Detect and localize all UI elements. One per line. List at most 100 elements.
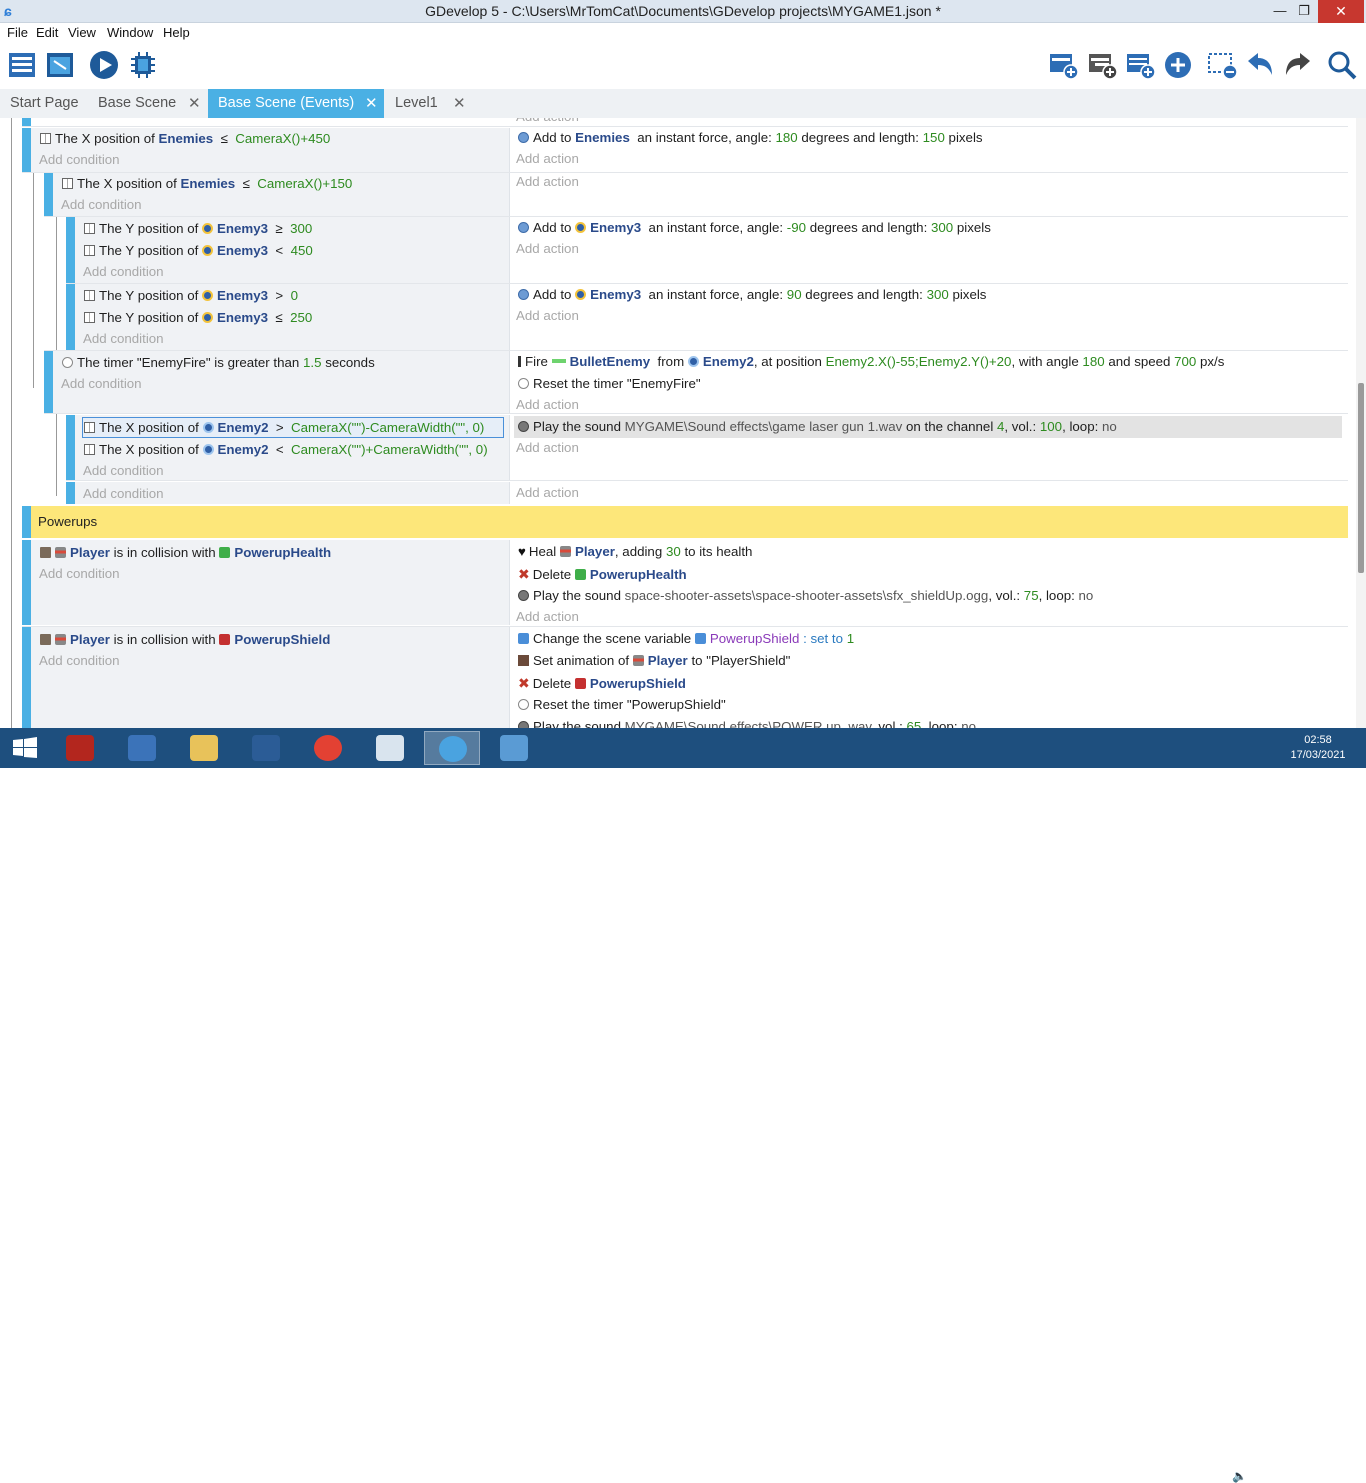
menu-bar: File Edit View Window Help [0,23,1366,43]
sound-icon [518,421,529,432]
add-action[interactable]: Add action [516,240,579,260]
add-condition[interactable]: Add condition [39,151,120,171]
add-condition[interactable]: Add condition [83,462,164,482]
action-delete[interactable]: ✖ Delete PowerupShield [518,674,686,694]
add-condition[interactable]: Add condition [83,330,164,350]
condition-x-position[interactable]: The X position of Enemy2 > CameraX("")-C… [84,419,484,439]
action-reset-timer[interactable]: Reset the timer "PowerupShield" [518,696,726,716]
action-set-animation[interactable]: Set animation of Player to "PlayerShield… [518,652,790,672]
menu-edit[interactable]: Edit [36,25,58,40]
condition-collision[interactable]: Player is in collision with PowerupShiel… [40,631,330,651]
debugger-icon[interactable] [127,49,159,81]
tab-close-icon[interactable]: ✕ [188,89,201,118]
scene-editor-icon[interactable] [44,49,76,81]
add-action[interactable]: Add action [516,608,579,628]
maximize-button[interactable]: ❐ [1287,0,1321,23]
taskbar-app-photos[interactable] [486,731,542,765]
position-icon [84,444,95,455]
condition-collision[interactable]: Player is in collision with PowerupHealt… [40,544,331,564]
event-empty[interactable] [66,482,1348,504]
taskbar-app-remote[interactable] [238,731,294,765]
preview-play-icon[interactable] [88,49,120,81]
action-play-sound[interactable]: Play the sound MYGAME\Sound effects\POWE… [518,718,976,728]
position-icon [84,245,95,256]
enemy3-icon [202,290,214,301]
condition-x-position[interactable]: The X position of Enemies ≤ CameraX()+45… [40,130,330,150]
enemy3-icon [575,289,587,300]
player-icon [55,634,66,645]
position-icon [84,312,95,323]
taskbar-app-gdevelop[interactable] [424,731,480,765]
add-condition[interactable]: Add condition [61,375,142,395]
taskbar-app-chrome[interactable] [300,731,356,765]
add-comment-icon[interactable] [1124,49,1156,81]
action-heal[interactable]: ♥ Heal Player, adding 30 to its health [518,543,752,563]
network-icon[interactable]: ▮▯ [1256,1469,1269,1483]
enemy2-icon [202,444,214,455]
taskbar-app-player[interactable] [52,731,108,765]
condition-y-position[interactable]: The Y position of Enemy3 ≤ 250 [84,309,312,329]
taskbar-clock[interactable]: 02:58 17/03/2021 [1285,733,1351,763]
events-sheet[interactable]: Add action The X position of Enemies ≤ C… [0,118,1366,728]
start-button[interactable] [0,731,50,765]
taskbar-app-connect[interactable] [114,731,170,765]
menu-window[interactable]: Window [107,25,153,40]
add-condition[interactable]: Add condition [39,652,120,672]
menu-view[interactable]: View [68,25,96,40]
undo-icon[interactable] [1244,49,1276,81]
action-delete[interactable]: ✖ Delete PowerupHealth [518,565,687,585]
taskbar-app-explorer[interactable] [176,731,232,765]
group-powerups[interactable]: Powerups [22,506,1348,538]
condition-y-position[interactable]: The Y position of Enemy3 > 0 [84,287,298,307]
menu-help[interactable]: Help [163,25,190,40]
add-sub-event-icon[interactable] [1086,49,1118,81]
condition-timer[interactable]: The timer "EnemyFire" is greater than 1.… [62,354,375,374]
animation-icon [518,655,529,666]
condition-x-position[interactable]: The X position of Enemy2 < CameraX("")+C… [84,441,488,461]
sound-icon [518,590,529,601]
action-play-sound[interactable]: Play the sound MYGAME\Sound effects\game… [518,418,1117,438]
add-action[interactable]: Add action [516,173,579,193]
add-condition[interactable]: Add condition [39,565,120,585]
events-scrollbar[interactable] [1356,118,1366,728]
condition-y-position[interactable]: The Y position of Enemy3 < 450 [84,242,313,262]
add-action[interactable]: Add action [516,439,579,459]
sound-icon [518,721,529,728]
tab-close-icon[interactable]: ✕ [365,89,378,118]
condition-y-position[interactable]: The Y position of Enemy3 ≥ 300 [84,220,312,240]
action-fire-bullet[interactable]: Fire BulletEnemy from Enemy2, at positio… [518,353,1224,373]
add-action[interactable]: Add action [516,484,579,504]
search-icon[interactable] [1326,49,1358,81]
taskbar-app-musescore[interactable] [362,731,418,765]
scrollbar-thumb[interactable] [1358,383,1364,573]
tray-expand-icon[interactable]: ▲ [1210,1469,1222,1483]
action-add-force[interactable]: Add to Enemies an instant force, angle: … [518,129,983,149]
bullet-enemy-icon [551,359,566,363]
menu-file[interactable]: File [7,25,28,40]
redo-icon[interactable] [1282,49,1314,81]
volume-icon[interactable]: 🔈 [1232,1469,1247,1483]
add-event-icon[interactable] [1047,49,1079,81]
tab-base-scene-events[interactable]: Base Scene (Events) ✕ [208,89,384,118]
project-manager-icon[interactable] [6,49,38,81]
action-play-sound[interactable]: Play the sound space-shooter-assets\spac… [518,587,1093,607]
action-reset-timer[interactable]: Reset the timer "EnemyFire" [518,375,701,395]
add-condition[interactable]: Add condition [61,196,142,216]
add-action[interactable]: Add action [516,150,579,170]
tab-base-scene[interactable]: Base Scene ✕ [88,89,208,118]
action-add-force[interactable]: Add to Enemy3 an instant force, angle: -… [518,219,991,239]
close-button[interactable]: ✕ [1318,0,1364,23]
condition-x-position[interactable]: The X position of Enemies ≤ CameraX()+15… [62,175,352,195]
add-condition[interactable]: Add condition [83,485,164,505]
action-add-force[interactable]: Add to Enemy3 an instant force, angle: 9… [518,286,986,306]
action-change-variable[interactable]: Change the scene variable PowerupShield … [518,630,854,650]
powerup-health-icon [574,569,586,580]
add-condition[interactable]: Add condition [83,263,164,283]
tab-start-page[interactable]: Start Page [0,89,88,118]
add-other-icon[interactable] [1162,49,1194,81]
delete-selection-icon[interactable] [1206,49,1238,81]
tab-level1[interactable]: Level1 ✕ [385,89,475,118]
tab-close-icon[interactable]: ✕ [453,89,466,118]
delete-icon: ✖ [518,675,530,691]
add-action[interactable]: Add action [516,307,579,327]
